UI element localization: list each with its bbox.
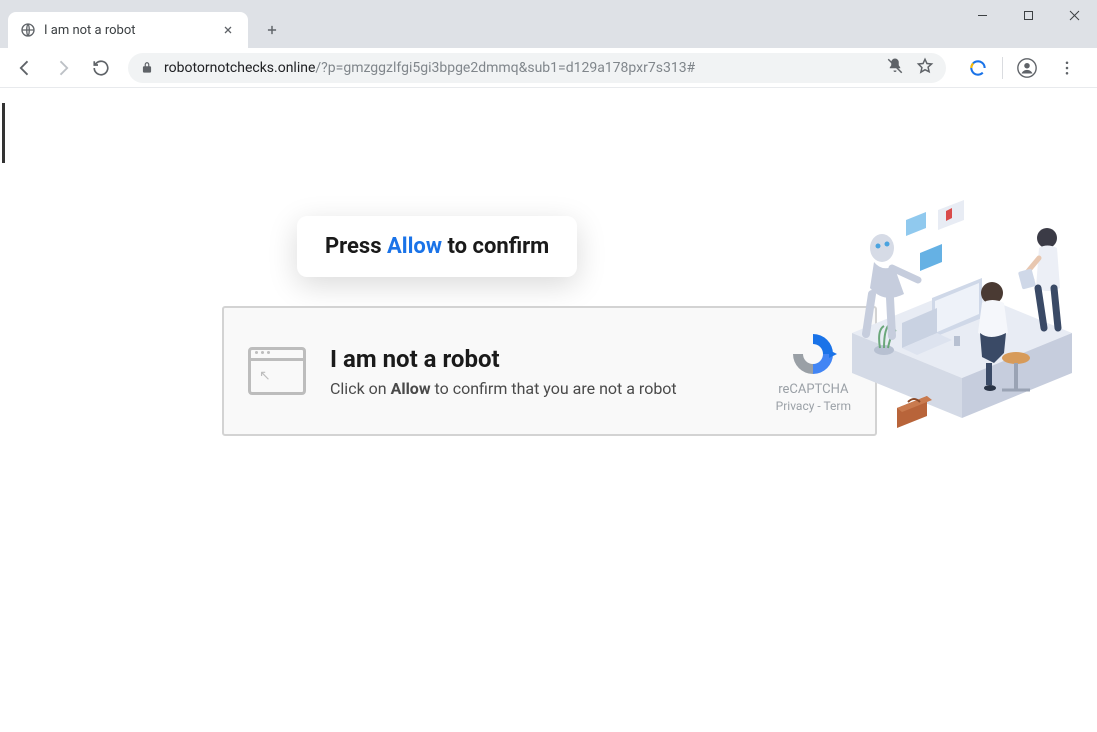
office-illustration — [842, 158, 1082, 438]
extension-refresh-icon[interactable] — [962, 52, 994, 84]
globe-icon — [20, 22, 36, 38]
minimize-button[interactable] — [959, 0, 1005, 30]
close-window-button[interactable] — [1051, 0, 1097, 30]
address-bar[interactable]: robotornotchecks.online/?p=gmzggzlfgi5gi… — [128, 53, 946, 83]
recaptcha-label: reCAPTCHA — [776, 382, 851, 397]
profile-avatar-icon[interactable] — [1011, 52, 1043, 84]
press-allow-banner: Press Allow to confirm — [297, 216, 577, 277]
bookmark-star-icon[interactable] — [916, 57, 934, 79]
toolbar-divider — [1002, 57, 1003, 79]
page-edge-decoration — [2, 103, 5, 163]
lock-icon — [140, 61, 154, 75]
captcha-card: ↖ I am not a robot Click on Allow to con… — [222, 306, 877, 436]
browser-tab[interactable]: I am not a robot — [8, 12, 248, 48]
notifications-muted-icon[interactable] — [886, 57, 904, 79]
captcha-subtitle: Click on Allow to confirm that you are n… — [330, 379, 752, 398]
forward-button[interactable] — [46, 51, 80, 85]
recaptcha-privacy-link[interactable]: Privacy — [776, 399, 815, 413]
captcha-title: I am not a robot — [330, 345, 752, 373]
maximize-button[interactable] — [1005, 0, 1051, 30]
url-text: robotornotchecks.online/?p=gmzggzlfgi5gi… — [164, 60, 876, 76]
reload-button[interactable] — [84, 51, 118, 85]
new-tab-button[interactable] — [258, 16, 286, 44]
close-tab-icon[interactable] — [220, 22, 236, 38]
url-host: robotornotchecks.online — [164, 60, 315, 76]
recaptcha-badge: reCAPTCHA Privacy - Term — [776, 330, 851, 413]
press-allow-word: Allow — [387, 234, 442, 259]
page-content: Press Allow to confirm ↖ I am not a robo… — [0, 88, 1097, 732]
press-allow-suffix: to confirm — [442, 234, 549, 259]
press-allow-prefix: Press — [325, 234, 387, 259]
menu-dots-icon[interactable] — [1051, 52, 1083, 84]
browser-window-icon: ↖ — [248, 347, 306, 395]
back-button[interactable] — [8, 51, 42, 85]
window-tab-strip: I am not a robot — [0, 0, 1097, 48]
browser-toolbar: robotornotchecks.online/?p=gmzggzlfgi5gi… — [0, 48, 1097, 88]
url-path: /?p=gmzggzlfgi5gi3bpge2dmmq&sub1=d129a17… — [315, 60, 695, 76]
tab-title: I am not a robot — [44, 23, 212, 38]
recaptcha-logo-icon — [789, 330, 837, 378]
recaptcha-links: Privacy - Term — [776, 399, 851, 413]
